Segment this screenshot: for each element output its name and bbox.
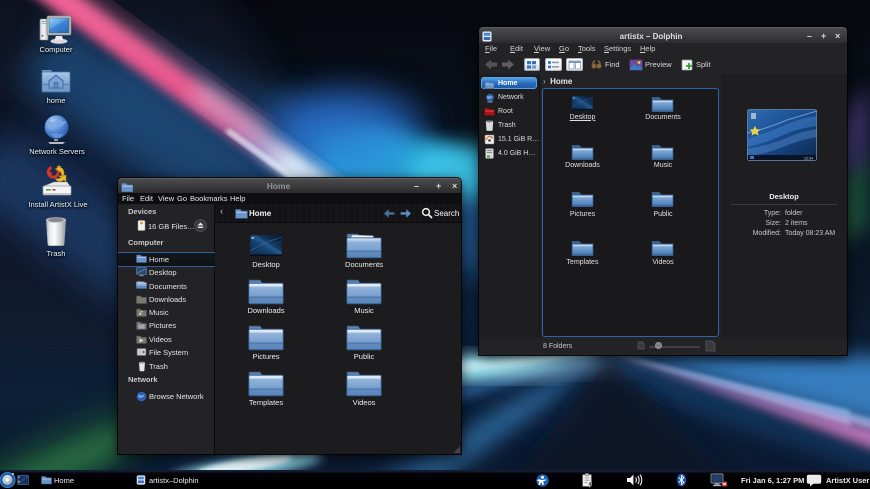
- svg-text:12:34: 12:34: [804, 156, 813, 160]
